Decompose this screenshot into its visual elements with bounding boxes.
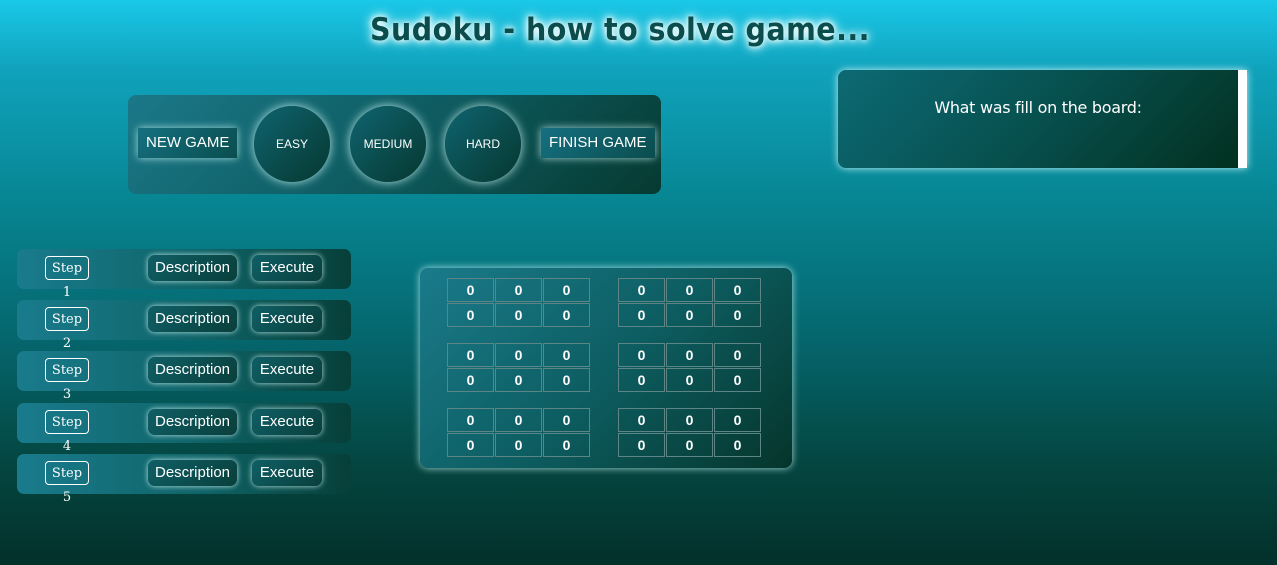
board-cell[interactable]: 0 [543,368,590,392]
description-button[interactable]: Description [148,460,237,486]
board-cell[interactable]: 0 [714,408,761,432]
execute-button[interactable]: Execute [252,306,322,332]
board-cell[interactable]: 0 [447,278,494,302]
board-cell[interactable]: 0 [714,343,761,367]
medium-button[interactable]: MEDIUM [350,106,426,182]
hard-button[interactable]: HARD [445,106,521,182]
description-button[interactable]: Description [148,357,237,383]
sudoku-board: 000000000000000000000000000000000000 [420,268,792,468]
execute-button[interactable]: Execute [252,409,322,435]
board-cell[interactable]: 0 [495,408,542,432]
board-cell[interactable]: 0 [447,368,494,392]
step-label: Step 4 [45,410,89,454]
board-cell[interactable]: 0 [666,368,713,392]
board-cell[interactable]: 0 [666,303,713,327]
board-cell[interactable]: 0 [495,303,542,327]
step-row-4: Step 4 Description Execute [17,403,351,454]
board-cell[interactable]: 0 [666,433,713,457]
board-cell[interactable]: 0 [543,303,590,327]
execute-button[interactable]: Execute [252,255,322,281]
board-cell[interactable]: 0 [714,303,761,327]
board-cell[interactable]: 0 [495,368,542,392]
board-cell[interactable]: 0 [447,343,494,367]
board-cell[interactable]: 0 [447,408,494,432]
board-cell[interactable]: 0 [714,368,761,392]
fill-info-panel: What was fill on the board: [838,70,1247,168]
board-cell[interactable]: 0 [618,343,665,367]
step-label: Step 3 [45,358,89,402]
board-cell[interactable]: 0 [543,343,590,367]
board-cell[interactable]: 0 [618,278,665,302]
board-cell[interactable]: 0 [447,303,494,327]
new-game-button[interactable]: NEW GAME [138,128,238,158]
description-button[interactable]: Description [148,255,237,281]
board-cell[interactable]: 0 [495,278,542,302]
board-cell[interactable]: 0 [543,278,590,302]
board-cell[interactable]: 0 [543,433,590,457]
easy-button[interactable]: EASY [254,106,330,182]
execute-button[interactable]: Execute [252,460,322,486]
board-cell[interactable]: 0 [618,433,665,457]
fill-info-text: What was fill on the board: [934,98,1142,117]
step-row-2: Step 2 Description Execute [17,300,351,351]
finish-game-button[interactable]: FINISH GAME [541,128,655,158]
board-cell[interactable]: 0 [714,278,761,302]
game-controls-panel: NEW GAME EASY MEDIUM HARD FINISH GAME [128,95,661,194]
step-row-3: Step 3 Description Execute [17,351,351,402]
board-cell[interactable]: 0 [618,368,665,392]
step-row-5: Step 5 Description Execute [17,454,351,505]
page-title: Sudoku - how to solve game... [370,12,870,48]
board-cell[interactable]: 0 [714,433,761,457]
step-label: Step 2 [45,307,89,351]
board-cell[interactable]: 0 [666,343,713,367]
board-cell[interactable]: 0 [666,278,713,302]
board-cell[interactable]: 0 [666,408,713,432]
board-cell[interactable]: 0 [495,433,542,457]
board-cell[interactable]: 0 [618,408,665,432]
step-row-1: Step 1 Description Execute [17,249,351,300]
board-cell[interactable]: 0 [447,433,494,457]
board-cell[interactable]: 0 [543,408,590,432]
board-cell[interactable]: 0 [495,343,542,367]
execute-button[interactable]: Execute [252,357,322,383]
description-button[interactable]: Description [148,409,237,435]
step-label: Step 5 [45,461,89,505]
description-button[interactable]: Description [148,306,237,332]
board-cell[interactable]: 0 [618,303,665,327]
step-label: Step 1 [45,256,89,300]
